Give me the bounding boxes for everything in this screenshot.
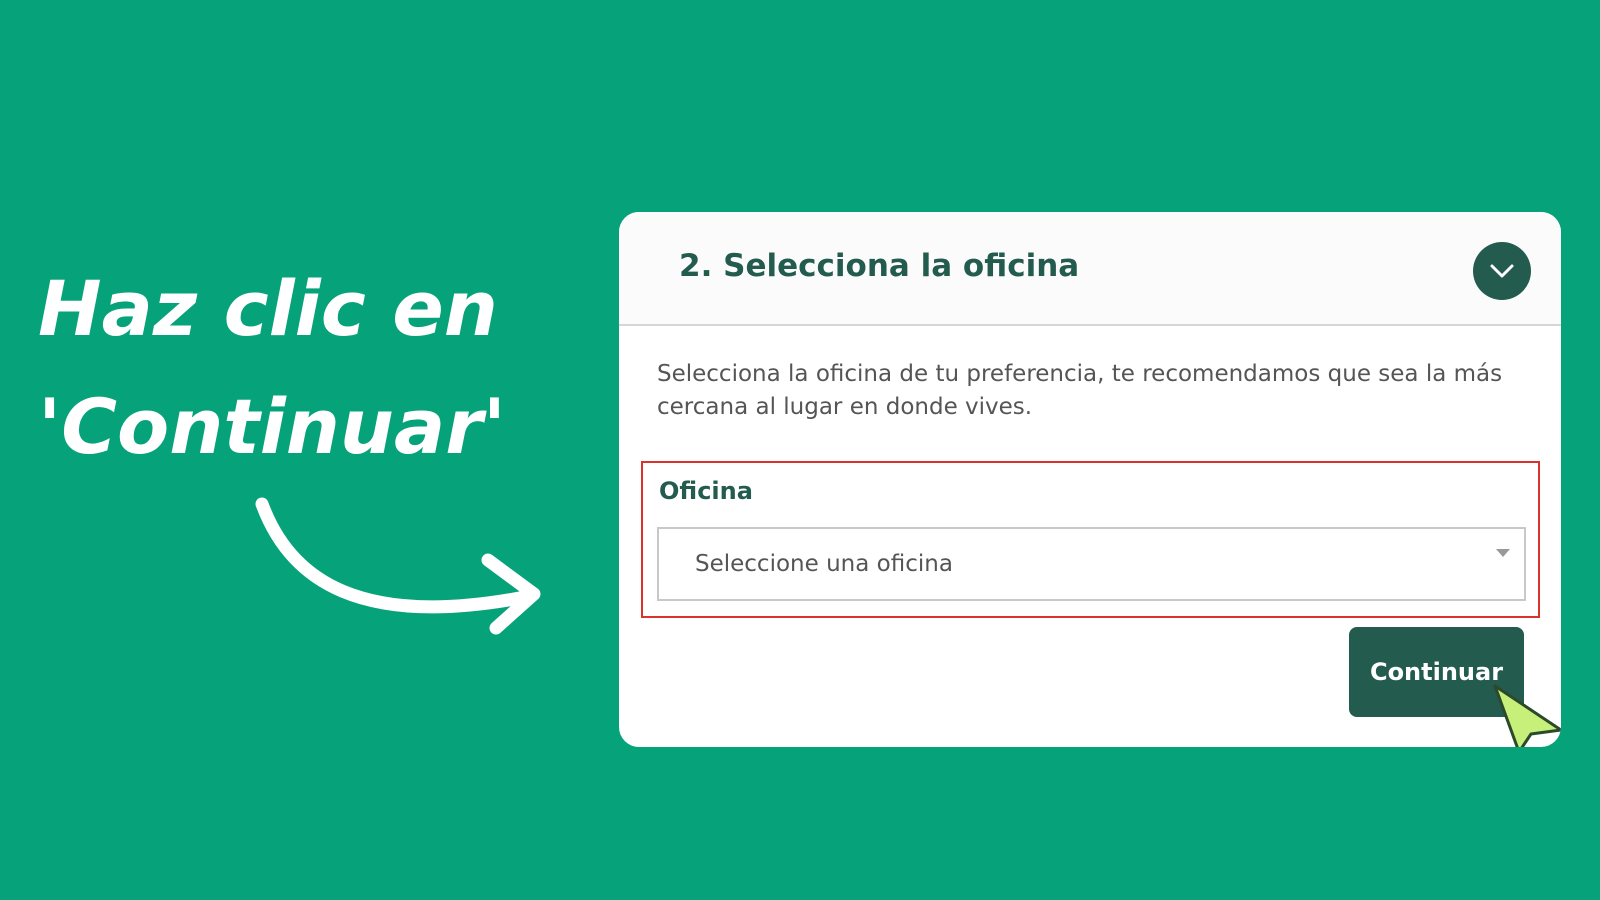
chevron-down-icon — [1490, 264, 1514, 278]
card-header[interactable]: 2. Selecciona la oficina — [619, 212, 1561, 326]
pointer-cursor-icon — [1493, 684, 1561, 747]
card-description: Selecciona la oficina de tu preferencia,… — [657, 361, 1503, 420]
office-select[interactable]: Seleccione una oficina — [657, 527, 1526, 601]
card-title: 2. Selecciona la oficina — [679, 248, 1080, 284]
headline-line-1: Haz clic en — [38, 264, 498, 353]
caret-down-icon — [1496, 549, 1510, 557]
office-select-placeholder: Seleccione una oficina — [695, 551, 953, 577]
office-field-highlight: Oficina Seleccione una oficina — [641, 461, 1540, 618]
office-selection-card: 2. Selecciona la oficina Selecciona la o… — [619, 212, 1561, 747]
collapse-toggle-button[interactable] — [1473, 242, 1531, 300]
office-field-label: Oficina — [659, 477, 753, 505]
curved-arrow-icon — [255, 497, 541, 635]
instruction-headline: Haz clic en 'Continuar' — [38, 250, 598, 486]
tutorial-slide: Haz clic en 'Continuar' 2. Selecciona la… — [0, 0, 1600, 900]
headline-line-2: 'Continuar' — [38, 382, 506, 471]
